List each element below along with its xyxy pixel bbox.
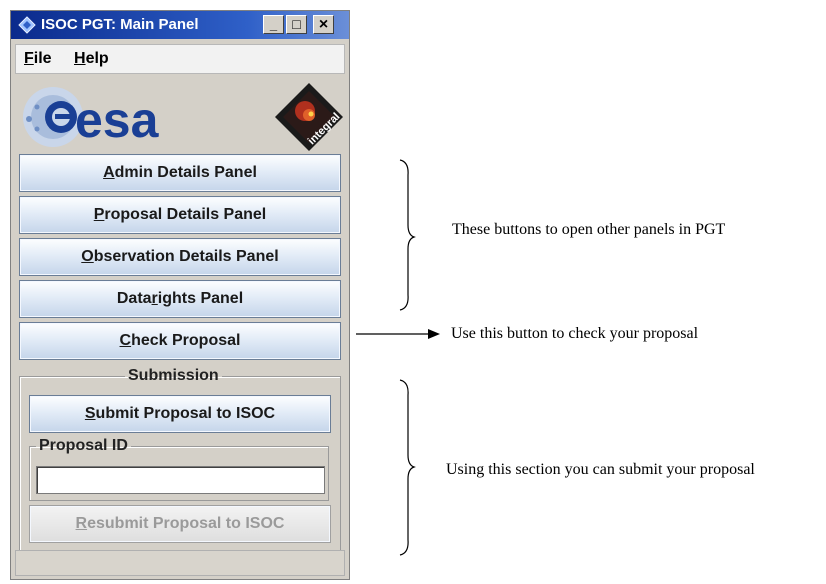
annotation-layer — [356, 159, 440, 556]
panels-note: These buttons to open other panels in PG… — [452, 221, 726, 238]
submission-brace — [399, 379, 416, 556]
submit-note: Using this section you can submit your p… — [446, 461, 755, 478]
check-note: Use this button to check your proposal — [451, 325, 699, 342]
arrow-head-icon — [428, 329, 440, 339]
panels-brace — [399, 159, 416, 311]
